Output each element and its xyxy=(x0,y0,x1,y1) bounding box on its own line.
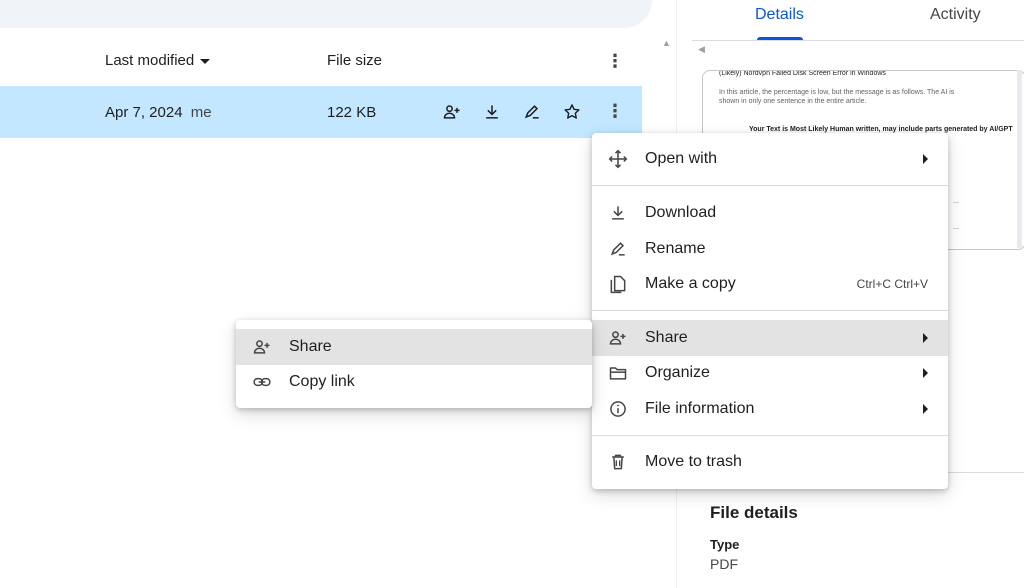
file-details-heading: File details xyxy=(710,503,798,522)
column-header-last-modified[interactable]: Last modified xyxy=(105,52,211,69)
info-icon xyxy=(608,399,628,419)
preview-snippet: ... xyxy=(953,198,959,205)
column-header-file-size[interactable]: File size xyxy=(327,52,382,69)
folder-icon xyxy=(608,363,628,383)
share-icon[interactable] xyxy=(440,100,464,124)
copy-icon xyxy=(608,274,628,294)
search-bar-background xyxy=(0,0,652,28)
menu-item-label: Rename xyxy=(645,240,706,257)
download-icon xyxy=(608,203,628,223)
rename-icon[interactable] xyxy=(520,100,544,124)
menu-item-label: Share xyxy=(289,338,332,355)
tab-details[interactable]: Details xyxy=(755,6,804,24)
modified-cell: Apr 7, 2024 me xyxy=(105,104,212,121)
preview-verdict: Your Text is Most Likely Human written, … xyxy=(749,126,1013,133)
table-row-selected[interactable] xyxy=(0,86,642,138)
share-icon xyxy=(252,337,272,357)
menu-divider xyxy=(592,435,948,436)
menu-item-move-to-trash[interactable]: Move to trash xyxy=(592,444,948,480)
rename-icon xyxy=(608,239,628,259)
menu-item-share[interactable]: Share xyxy=(592,320,948,356)
menu-item-organize[interactable]: Organize xyxy=(592,355,948,391)
active-tab-indicator xyxy=(757,37,803,40)
submenu-item-share[interactable]: Share xyxy=(236,329,592,365)
scroll-left-icon[interactable]: ◀ xyxy=(698,44,705,55)
share-icon xyxy=(608,328,628,348)
menu-item-download[interactable]: Download xyxy=(592,195,948,231)
menu-item-rename[interactable]: Rename xyxy=(592,231,948,267)
link-icon xyxy=(252,372,272,392)
preview-line: In this article, the percentage is low, … xyxy=(719,89,955,96)
menu-item-make-copy[interactable]: Make a copy Ctrl+C Ctrl+V xyxy=(592,266,948,302)
preview-scrollbar[interactable] xyxy=(1017,70,1022,248)
star-icon[interactable] xyxy=(560,100,584,124)
row-more-options-icon[interactable]: ⋮ xyxy=(606,102,624,120)
sort-desc-icon xyxy=(200,58,211,64)
menu-divider xyxy=(592,310,948,311)
type-value: PDF xyxy=(710,556,738,572)
preview-heading: (Likely) Nordvpn Failed Disk Screen Erro… xyxy=(719,70,886,77)
type-label: Type xyxy=(710,537,740,552)
submenu-arrow-icon xyxy=(923,368,928,378)
more-options-icon[interactable]: ⋮ xyxy=(606,52,624,70)
scroll-up-icon[interactable]: ▲ xyxy=(662,38,671,48)
size-cell: 122 KB xyxy=(327,104,377,121)
menu-item-label: Make a copy xyxy=(645,275,736,292)
context-menu: Open with Download Rename Make a copy Ct… xyxy=(592,133,948,489)
tabs-divider xyxy=(692,40,1024,41)
tab-activity[interactable]: Activity xyxy=(930,6,981,24)
menu-item-label: Download xyxy=(645,204,717,221)
modified-date: Apr 7, 2024 xyxy=(105,104,183,121)
menu-item-label: Share xyxy=(645,329,688,346)
menu-item-label: Move to trash xyxy=(645,453,742,470)
menu-item-label: File information xyxy=(645,400,755,417)
preview-line: shown in only one sentence in the entire… xyxy=(719,98,867,105)
modified-by: me xyxy=(190,104,212,121)
menu-item-file-information[interactable]: File information xyxy=(592,391,948,427)
menu-item-label: Organize xyxy=(645,364,710,381)
download-icon[interactable] xyxy=(480,100,504,124)
keyboard-shortcut: Ctrl+C Ctrl+V xyxy=(856,277,928,291)
share-submenu: Share Copy link xyxy=(236,320,592,408)
submenu-arrow-icon xyxy=(923,404,928,414)
column-header-label: Last modified xyxy=(105,52,195,69)
menu-item-open-with[interactable]: Open with xyxy=(592,141,948,177)
submenu-arrow-icon xyxy=(923,333,928,343)
menu-divider xyxy=(592,185,948,186)
column-header-label: File size xyxy=(327,52,383,69)
submenu-item-copy-link[interactable]: Copy link xyxy=(236,364,592,400)
menu-item-label: Copy link xyxy=(289,373,355,390)
submenu-arrow-icon xyxy=(923,154,928,164)
trash-icon xyxy=(608,452,628,472)
open-with-icon xyxy=(608,149,628,169)
preview-snippet: ... xyxy=(953,224,959,231)
menu-item-label: Open with xyxy=(645,150,718,167)
